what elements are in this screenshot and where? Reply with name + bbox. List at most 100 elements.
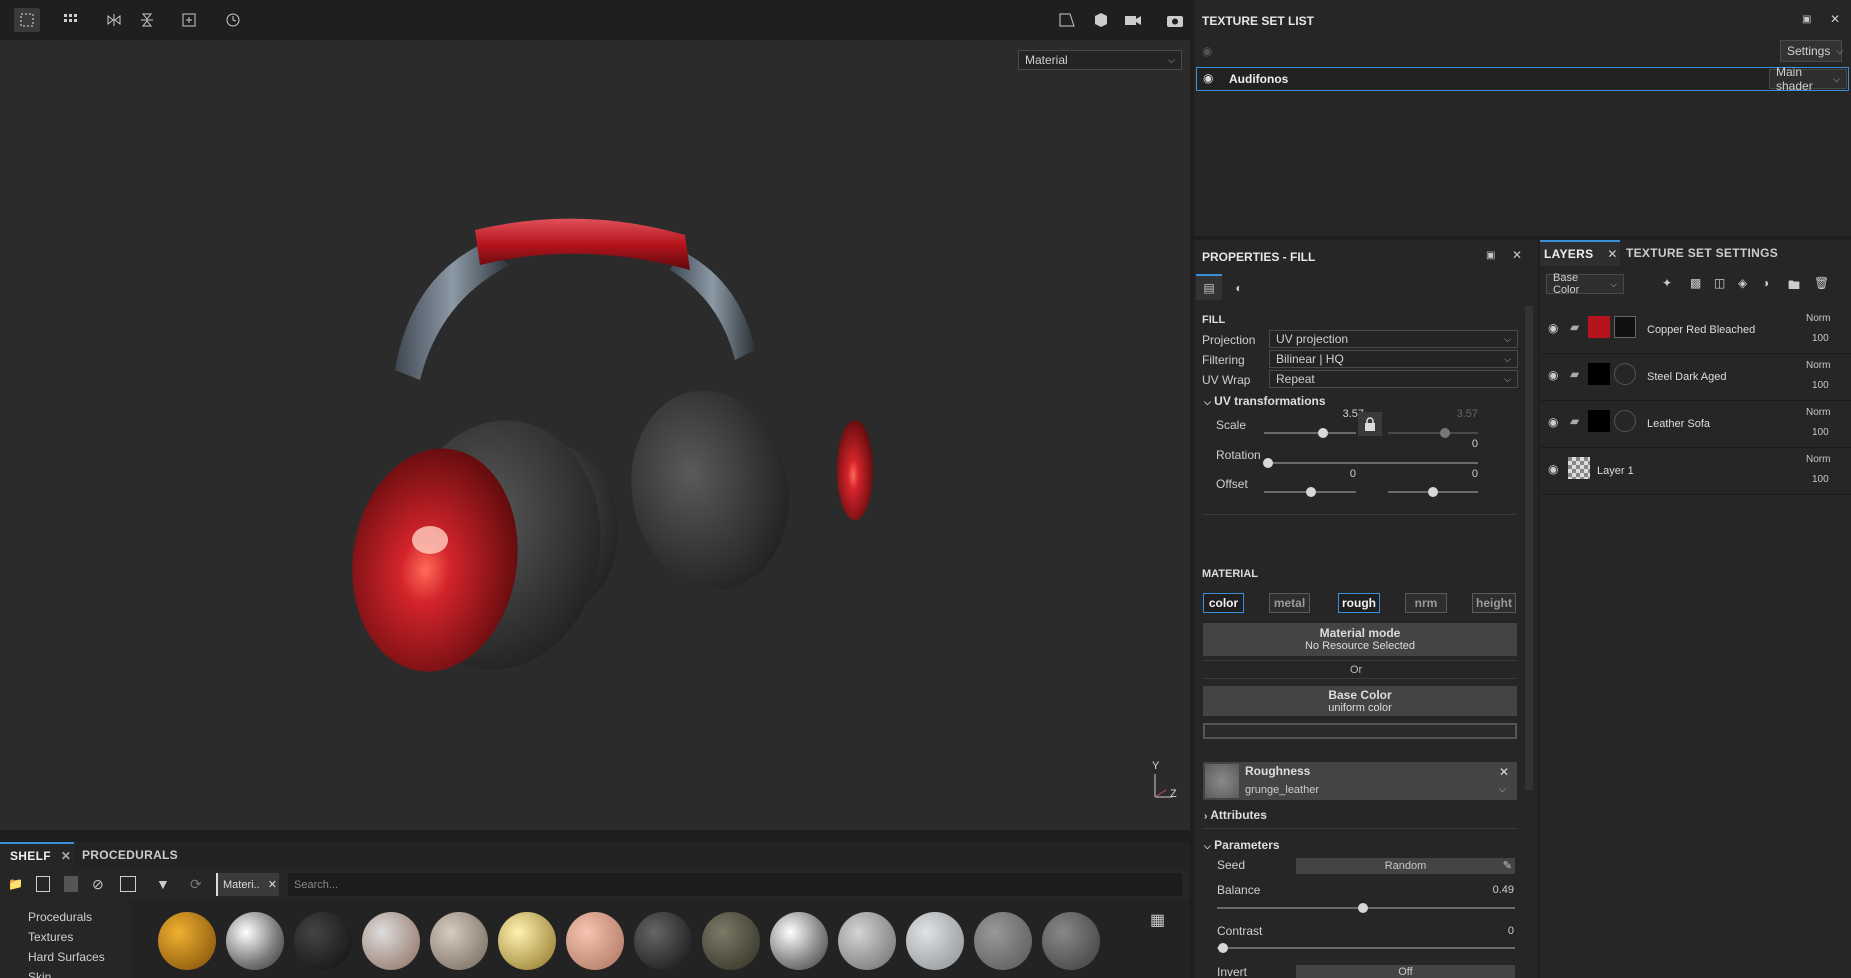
selection-mode-icon[interactable] [14,8,40,32]
grid-view-icon[interactable]: ▦ [1150,910,1165,930]
mirror-x-icon[interactable] [101,8,127,32]
settings-dropdown[interactable]: Settings ⌵ [1780,40,1843,62]
grid-icon[interactable] [58,8,84,32]
balance-slider-handle[interactable] [1358,903,1368,913]
close-icon[interactable]: ✕ [1830,12,1840,26]
material-thumbnail[interactable] [362,912,420,970]
delete-icon[interactable]: 🗑 [1814,276,1829,290]
layer-opacity[interactable]: 100 [1812,474,1829,485]
close-icon[interactable]: ✕ [268,878,277,891]
material-thumbnail[interactable] [838,912,896,970]
2d-view-icon[interactable] [1054,8,1080,32]
add-fill-icon[interactable]: ◈ [1738,276,1747,290]
add-frame-icon[interactable] [176,8,202,32]
scale-slider-handle[interactable] [1318,428,1328,438]
close-icon[interactable]: ✕ [1607,247,1617,261]
material-thumbnail[interactable] [974,912,1032,970]
headphones-model[interactable] [180,210,880,720]
shader-dropdown[interactable]: Main shader ⌵ [1769,65,1847,93]
offset-x-slider-handle[interactable] [1306,487,1316,497]
seed-random-button[interactable]: Random ✎ [1296,858,1515,874]
material-thumbnail[interactable] [1042,912,1100,970]
layer-opacity[interactable]: 100 [1812,427,1829,438]
invert-toggle[interactable]: Off [1296,965,1515,978]
mask-thumbnail[interactable] [1614,363,1636,385]
folder-icon[interactable]: 📁 [8,877,23,891]
shelf-category[interactable]: Procedurals [28,910,92,924]
material-thumbnail[interactable] [906,912,964,970]
texture-set-item[interactable]: ◉ Audifonos Main shader ⌵ [1196,65,1849,93]
camera-icon[interactable] [1120,8,1146,32]
shelf-category[interactable]: Textures [28,930,73,944]
filtering-dropdown[interactable]: Bilinear | HQ ⌵ [1269,350,1518,368]
attributes-header[interactable]: › Attributes [1204,808,1267,822]
layer-row[interactable]: ◉ ▰ Copper Red Bleached Norm 100 [1540,307,1851,354]
channel-toggle-nrm[interactable]: nrm [1405,593,1447,613]
close-icon[interactable]: ✕ [61,849,71,863]
shelf-search-input[interactable]: Search... [288,873,1182,896]
tab-layers[interactable]: LAYERS ✕ [1540,240,1620,266]
uv-transformations-header[interactable]: ⌵ UV transformations [1204,394,1326,408]
scale-y-slider-handle[interactable] [1440,428,1450,438]
import-icon[interactable] [120,876,136,892]
layer-row[interactable]: ◉ ▰ Steel Dark Aged Norm 100 [1540,354,1851,401]
rotation-slider-handle[interactable] [1263,458,1273,468]
material-thumbnail[interactable] [566,912,624,970]
material-thumbnail[interactable] [430,912,488,970]
mirror-y-icon[interactable] [134,8,160,32]
viewport-mode-dropdown[interactable]: Material ⌵ [1018,50,1182,70]
eye-icon[interactable]: ◉ [1548,368,1558,382]
refresh-icon[interactable]: ⟳ [190,876,202,893]
eye-icon[interactable]: ◉ [1548,415,1558,429]
layer-blend-mode[interactable]: Norm [1806,454,1830,465]
float-icon[interactable]: ▣ [1486,250,1495,261]
pencil-icon[interactable]: ✎ [1503,858,1512,874]
layer-blend-mode[interactable]: Norm [1806,407,1830,418]
base-color-swatch[interactable] [1203,723,1517,739]
material-thumbnail[interactable] [158,912,216,970]
material-thumbnail[interactable] [498,912,556,970]
chevron-down-icon[interactable]: ⌵ [1499,784,1506,795]
properties-scrollbar[interactable] [1525,306,1533,790]
material-mode-slot[interactable]: Material mode No Resource Selected [1203,623,1517,656]
parameters-header[interactable]: ⌵ Parameters [1204,838,1280,852]
scale-slider[interactable] [1264,432,1356,434]
contrast-slider-handle[interactable] [1218,943,1228,953]
eye-icon[interactable]: ◉ [1548,462,1558,476]
scale-y-slider[interactable] [1388,432,1478,434]
material-thumbnail[interactable] [770,912,828,970]
base-color-slot[interactable]: Base Color uniform color [1203,686,1517,716]
uvwrap-dropdown[interactable]: Repeat ⌵ [1269,370,1518,388]
layer-opacity[interactable]: 100 [1812,380,1829,391]
layer-row[interactable]: ◉ Layer 1 Norm 100 [1540,448,1851,495]
tab-shelf[interactable]: SHELF ✕ [0,842,74,868]
channel-toggle-color[interactable]: color [1203,593,1244,613]
add-effect-icon[interactable]: ✦ [1662,276,1672,290]
fill-settings-tab-icon[interactable]: ▤ [1196,274,1222,300]
filter-icon[interactable]: ▼ [156,876,170,892]
history-icon[interactable] [220,8,246,32]
layer-row[interactable]: ◉ ▰ Leather Sofa Norm 100 [1540,401,1851,448]
channel-toggle-rough[interactable]: rough [1338,593,1380,613]
3d-viewport[interactable]: Material ⌵ Y Z [0,0,1190,830]
new-resource-icon[interactable] [36,876,50,892]
offset-y-slider-handle[interactable] [1428,487,1438,497]
lock-icon[interactable] [1358,412,1382,436]
channel-toggle-height[interactable]: height [1472,593,1516,613]
eye-icon[interactable]: ◉ [1202,44,1212,58]
shelf-category[interactable]: Hard Surfaces [28,950,105,964]
mask-thumbnail[interactable] [1614,316,1636,338]
hide-icon[interactable]: ⊘ [92,876,104,893]
add-layer-icon[interactable]: ◫ [1714,276,1725,290]
add-mask-icon[interactable]: ▩ [1690,276,1701,290]
eye-icon[interactable]: ◉ [1203,71,1213,85]
rotation-slider[interactable] [1268,462,1478,464]
screenshot-icon[interactable] [1162,8,1188,32]
add-folder-icon[interactable]: 🖿 [1788,276,1800,297]
material-thumbnail[interactable] [702,912,760,970]
material-thumbnail[interactable] [634,912,692,970]
channel-dropdown[interactable]: Base Color ⌵ [1546,272,1624,296]
close-icon[interactable]: ✕ [1499,765,1509,779]
mask-thumbnail[interactable] [1614,410,1636,432]
projection-dropdown[interactable]: UV projection ⌵ [1269,330,1518,348]
